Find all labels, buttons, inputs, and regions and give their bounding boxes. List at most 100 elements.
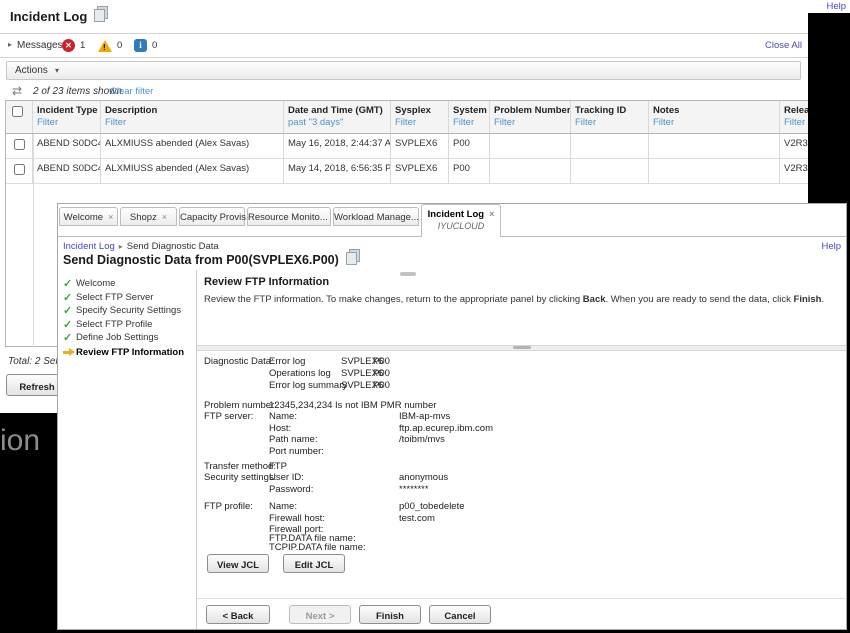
table-header-row: Incident Type Filter Description Filter … [6, 101, 808, 134]
ftp-profile-label: FTP profile: [204, 501, 253, 512]
table-row: ABEND S0DC4 ALXMIUSS abended (Alex Savas… [6, 134, 808, 159]
transfer-method-value: FTP [269, 461, 287, 472]
page-title: Incident Log [10, 6, 109, 24]
close-icon[interactable]: × [108, 212, 113, 222]
info-count: 0 [152, 40, 158, 51]
messages-label[interactable]: Messages [17, 40, 63, 51]
splitter-handle[interactable] [513, 346, 531, 349]
desktop: { "icons": { "close": "×", "twisty": "▸"… [0, 0, 850, 633]
breadcrumb-separator-icon: ▸ [118, 242, 123, 251]
step-welcome[interactable]: ✓ Welcome [63, 278, 193, 290]
check-icon: ✓ [63, 291, 73, 304]
filter-link[interactable]: Filter [105, 117, 283, 128]
review-instructions: Review the FTP information. To make chan… [204, 294, 825, 305]
filter-link[interactable]: past "3 days" [288, 117, 390, 128]
title-text: Incident Log [10, 9, 88, 24]
chevron-down-icon: ▾ [55, 66, 60, 75]
select-all-cell [6, 101, 33, 133]
filter-link[interactable]: Filter [784, 117, 808, 128]
breadcrumb: Incident Log ▸ Send Diagnostic Data [63, 241, 219, 252]
incident-type-link[interactable]: ABEND S0DC4 [33, 134, 101, 158]
breadcrumb-current: Send Diagnostic Data [126, 241, 219, 252]
actions-menu-button[interactable]: Actions ▾ [6, 61, 801, 80]
step-review-ftp-information[interactable]: Review FTP Information [63, 347, 193, 358]
check-icon: ✓ [63, 332, 73, 345]
tab-capacity-provisioning[interactable]: Capacity Provis...× [179, 207, 264, 226]
back-button[interactable]: < Back [206, 605, 270, 624]
incident-type-link[interactable]: ABEND S0DC4 [33, 159, 101, 183]
step-select-ftp-server[interactable]: ✓ Select FTP Server [63, 291, 193, 304]
column-header-problem-number[interactable]: Problem Number Filter [490, 101, 571, 133]
desktop-background-text: ion [0, 424, 41, 457]
next-button: Next > [289, 605, 351, 624]
copy-icon[interactable] [345, 249, 360, 265]
tab-resource-monitoring[interactable]: Resource Monito...× [247, 207, 338, 226]
help-strip: Help [805, 0, 850, 13]
problem-number-value: 12345,234,234 Is not IBM PMR number [269, 400, 437, 411]
copy-icon[interactable] [94, 6, 109, 22]
diagnostic-data-label: Diagnostic Data: [204, 356, 274, 367]
tab-incident-log-active[interactable]: Incident Log × IYUCLOUD [421, 204, 501, 237]
info-icon: i [134, 39, 147, 52]
filter-link[interactable]: Filter [37, 117, 100, 128]
check-icon: ✓ [63, 318, 73, 331]
column-divider [33, 134, 34, 347]
step-select-ftp-profile[interactable]: ✓ Select FTP Profile [63, 318, 193, 331]
cancel-button[interactable]: Cancel [429, 605, 491, 624]
table-row: ABEND S0DC4 ALXMIUSS abended (Alex Savas… [6, 159, 808, 184]
actions-label: Actions [15, 65, 48, 76]
column-header-date-time[interactable]: Date and Time (GMT) past "3 days" [284, 101, 391, 133]
column-header-incident-type[interactable]: Incident Type Filter [33, 101, 101, 133]
ftp-server-label: FTP server: [204, 411, 254, 422]
tab-sublabel: IYUCLOUD [437, 221, 485, 231]
wizard-page-title: Send Diagnostic Data from P00(SVPLEX6.P0… [63, 249, 360, 267]
clear-filter-link[interactable]: Clear filter [110, 86, 153, 97]
filter-link[interactable]: Filter [395, 117, 448, 128]
tab-welcome[interactable]: Welcome × [59, 207, 118, 226]
filter-link[interactable]: Filter [653, 117, 779, 128]
step-define-job-settings[interactable]: ✓ Define Job Settings [63, 332, 193, 345]
help-link[interactable]: Help [826, 1, 846, 12]
messages-bar: ▸ Messages ✕ 1 ! 0 i 0 Close All [0, 33, 808, 58]
tab-workload-management[interactable]: Workload Manage...× [333, 207, 429, 226]
error-icon: ✕ [62, 39, 75, 52]
finish-button[interactable]: Finish [359, 605, 421, 624]
column-header-release[interactable]: Release Filter [780, 101, 808, 133]
step-specify-security-settings[interactable]: ✓ Specify Security Settings [63, 305, 193, 318]
tab-shopz[interactable]: Shopz × [120, 207, 177, 226]
footer-divider [197, 598, 846, 599]
check-icon: ✓ [63, 305, 73, 318]
column-header-description[interactable]: Description Filter [101, 101, 284, 133]
row-checkbox[interactable] [14, 139, 25, 150]
column-header-sysplex[interactable]: Sysplex Filter [391, 101, 449, 133]
zosmf-workspace-window: Welcome× Shopz× Capacity Provis...× Reso… [57, 203, 847, 630]
view-jcl-button[interactable]: View JCL [207, 554, 269, 573]
expand-messages-icon[interactable]: ▸ [8, 40, 12, 49]
warning-count: 0 [117, 40, 123, 51]
filter-link[interactable]: Filter [453, 117, 489, 128]
steps-panel-divider [196, 270, 197, 629]
review-heading: Review FTP Information [204, 276, 330, 288]
close-all-link[interactable]: Close All [765, 40, 802, 51]
transfer-method-label: Transfer method: [204, 461, 276, 472]
edit-jcl-button[interactable]: Edit JCL [283, 554, 345, 573]
select-all-checkbox[interactable] [12, 106, 23, 117]
column-header-system[interactable]: System Filter [449, 101, 490, 133]
security-settings-label: Security settings: [204, 472, 277, 483]
warning-icon: ! [98, 40, 112, 52]
filter-link[interactable]: Filter [494, 117, 570, 128]
help-link[interactable]: Help [821, 241, 841, 252]
close-icon[interactable]: × [489, 209, 494, 219]
wizard-steps: ✓ Welcome ✓ Select FTP Server ✓ Specify … [63, 278, 193, 361]
error-count: 1 [80, 40, 86, 51]
close-icon[interactable]: × [162, 212, 167, 222]
row-checkbox[interactable] [14, 164, 25, 175]
column-header-notes[interactable]: Notes Filter [649, 101, 780, 133]
check-icon: ✓ [63, 278, 73, 290]
filter-applied-icon: ⇄ [12, 84, 23, 98]
current-step-arrow-icon [63, 347, 76, 358]
column-header-tracking-id[interactable]: Tracking ID Filter [571, 101, 649, 133]
panel-splitter-handle[interactable] [400, 272, 416, 276]
breadcrumb-incident-log-link[interactable]: Incident Log [63, 241, 115, 252]
filter-link[interactable]: Filter [575, 117, 648, 128]
